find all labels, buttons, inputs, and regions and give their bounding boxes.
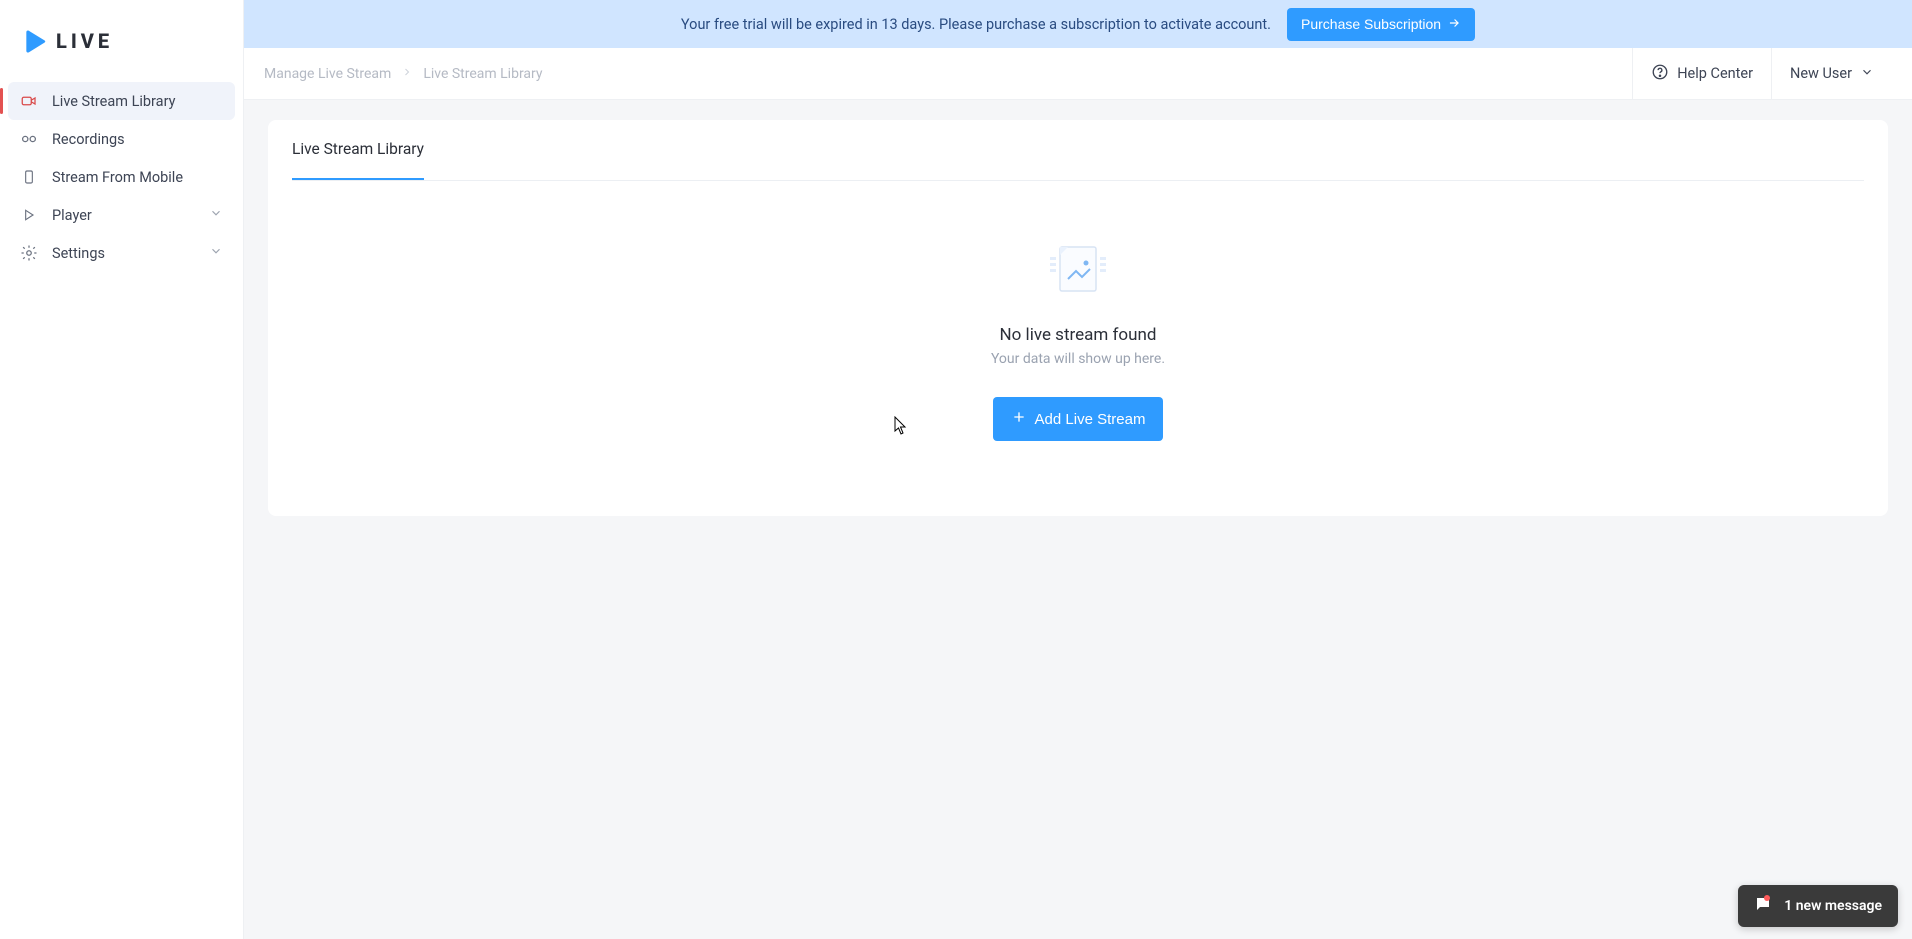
- recordings-icon: [20, 130, 38, 148]
- add-live-stream-label: Add Live Stream: [1035, 411, 1146, 428]
- tab-live-stream-library[interactable]: Live Stream Library: [292, 120, 424, 180]
- empty-state-illustration: [1042, 241, 1114, 303]
- logo-icon: [22, 28, 48, 54]
- chevron-right-icon: [401, 66, 413, 82]
- breadcrumb-current[interactable]: Live Stream Library: [423, 66, 542, 82]
- breadcrumb: Manage Live Stream Live Stream Library: [264, 66, 543, 82]
- trial-banner-message: Your free trial will be expired in 13 da…: [681, 16, 1271, 33]
- empty-state: No live stream found Your data will show…: [292, 181, 1864, 461]
- sidebar-item-player[interactable]: Player: [8, 196, 235, 234]
- logo-text: LIVE: [56, 29, 113, 53]
- add-live-stream-button[interactable]: Add Live Stream: [993, 397, 1164, 441]
- play-icon: [20, 206, 38, 224]
- arrow-right-icon: [1447, 16, 1461, 33]
- sidebar-item-live-stream-library[interactable]: Live Stream Library: [8, 82, 235, 120]
- header: Manage Live Stream Live Stream Library H…: [244, 48, 1912, 100]
- main: Your free trial will be expired in 13 da…: [244, 0, 1912, 939]
- user-menu[interactable]: New User: [1771, 48, 1892, 100]
- sidebar-item-label: Player: [52, 207, 92, 224]
- sidebar: LIVE Live Stream Library Recordings Stre…: [0, 0, 244, 939]
- logo[interactable]: LIVE: [0, 24, 243, 82]
- gear-icon: [20, 244, 38, 262]
- video-camera-icon: [20, 92, 38, 110]
- chevron-down-icon: [209, 244, 223, 262]
- chevron-down-icon: [1860, 65, 1874, 83]
- empty-state-subtitle: Your data will show up here.: [991, 351, 1165, 367]
- help-icon: [1651, 63, 1669, 85]
- breadcrumb-root[interactable]: Manage Live Stream: [264, 66, 391, 82]
- empty-state-title: No live stream found: [1000, 325, 1157, 345]
- trial-banner: Your free trial will be expired in 13 da…: [244, 0, 1912, 48]
- nav: Live Stream Library Recordings Stream Fr…: [0, 82, 243, 272]
- sidebar-item-label: Stream From Mobile: [52, 169, 183, 186]
- mobile-icon: [20, 168, 38, 186]
- content: Live Stream Library: [244, 100, 1912, 536]
- sidebar-item-label: Live Stream Library: [52, 93, 175, 110]
- purchase-subscription-button[interactable]: Purchase Subscription: [1287, 8, 1475, 41]
- plus-icon: [1011, 409, 1027, 429]
- chevron-down-icon: [209, 206, 223, 224]
- sidebar-item-label: Settings: [52, 245, 105, 262]
- user-menu-label: New User: [1790, 65, 1852, 82]
- sidebar-item-stream-from-mobile[interactable]: Stream From Mobile: [8, 158, 235, 196]
- chat-notification-text: 1 new message: [1784, 898, 1882, 914]
- library-card: Live Stream Library: [268, 120, 1888, 516]
- chat-notification[interactable]: 1 new message: [1738, 885, 1898, 927]
- tabs: Live Stream Library: [292, 120, 1864, 181]
- sidebar-item-label: Recordings: [52, 131, 125, 148]
- help-center-label: Help Center: [1677, 65, 1753, 82]
- sidebar-item-settings[interactable]: Settings: [8, 234, 235, 272]
- help-center-link[interactable]: Help Center: [1632, 48, 1771, 100]
- sidebar-item-recordings[interactable]: Recordings: [8, 120, 235, 158]
- purchase-subscription-label: Purchase Subscription: [1301, 16, 1441, 32]
